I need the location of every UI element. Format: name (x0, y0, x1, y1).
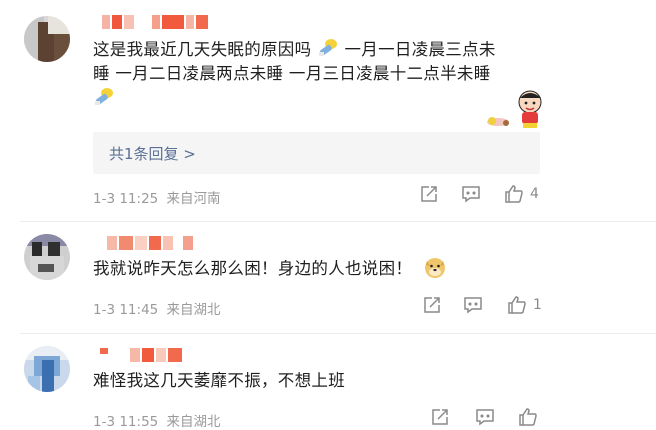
comment-meta: 1-3 11:25 来自河南 (93, 187, 221, 207)
comment-text: 我就说昨天怎么那么困！身边的人也说困！ (93, 257, 563, 281)
comment-time: 1-3 11:25 (93, 191, 159, 207)
username-obscured[interactable] (102, 15, 208, 29)
comment-text-part: 这是我最近几天失眠的原因吗 (93, 40, 312, 59)
username-obscured[interactable] (107, 236, 193, 250)
comment-item: 我就说昨天怎么那么困！身边的人也说困！ 1-3 11:45 来自湖北 1 (0, 222, 656, 332)
share-button[interactable] (419, 184, 439, 204)
comment-text-part: 难怪我这几天萎靡不振，不想上班 (93, 371, 345, 390)
doge-emoji-icon (424, 257, 446, 279)
like-button[interactable]: 1 (507, 295, 542, 315)
comment-meta: 1-3 11:45 来自湖北 (93, 298, 221, 318)
share-button[interactable] (422, 295, 442, 315)
share-icon (432, 409, 448, 425)
view-replies-link[interactable]: 共1条回复 > (109, 143, 196, 164)
comment-meta: 1-3 11:55 来自湖北 (93, 410, 221, 430)
comment-location: 来自湖北 (166, 302, 221, 318)
comment-location: 来自湖北 (166, 414, 221, 430)
reply-box[interactable]: 共1条回复 > (93, 132, 540, 174)
comment-text-part: 睡 一月二日凌晨两点未睡 一月三日凌晨十二点半未睡 (93, 64, 491, 83)
comment-icon (464, 297, 482, 314)
comment-icon (476, 409, 494, 426)
thumb-up-icon (505, 185, 523, 203)
avatar[interactable] (24, 234, 70, 280)
thumb-up-icon (519, 408, 537, 426)
like-button[interactable] (518, 407, 538, 427)
rocket-sticker-icon (93, 86, 115, 108)
comment-time: 1-3 11:45 (93, 302, 159, 318)
comment-text: 难怪我这几天萎靡不振，不想上班 (93, 369, 563, 393)
like-button[interactable]: 4 (504, 184, 539, 204)
avatar[interactable] (24, 16, 70, 62)
thumb-up-icon (508, 296, 526, 314)
username-obscured[interactable] (100, 348, 182, 362)
rocket-sticker-icon (317, 37, 339, 59)
comment-text-part: 我就说昨天怎么那么困！身边的人也说困！ (93, 259, 413, 278)
comment-icon (462, 186, 480, 203)
share-button[interactable] (430, 407, 450, 427)
comment-location: 来自河南 (166, 191, 221, 207)
comment-item: 这是我最近几天失眠的原因吗 一月一日凌晨三点未 睡 一月二日凌晨两点未睡 一月三… (0, 0, 656, 220)
avatar[interactable] (24, 346, 70, 392)
comment-item: 难怪我这几天萎靡不振，不想上班 1-3 11:55 来自湖北 (0, 334, 656, 430)
crayon-shinchan-sticker-icon (484, 90, 546, 130)
share-icon (424, 297, 440, 313)
reply-button[interactable] (461, 184, 481, 204)
share-icon (421, 186, 437, 202)
comment-text-part: 一月一日凌晨三点未 (344, 40, 496, 59)
comment-time: 1-3 11:55 (93, 414, 159, 430)
reply-button[interactable] (463, 295, 483, 315)
like-count: 4 (530, 186, 539, 202)
like-count: 1 (533, 297, 542, 313)
reply-button[interactable] (475, 407, 495, 427)
